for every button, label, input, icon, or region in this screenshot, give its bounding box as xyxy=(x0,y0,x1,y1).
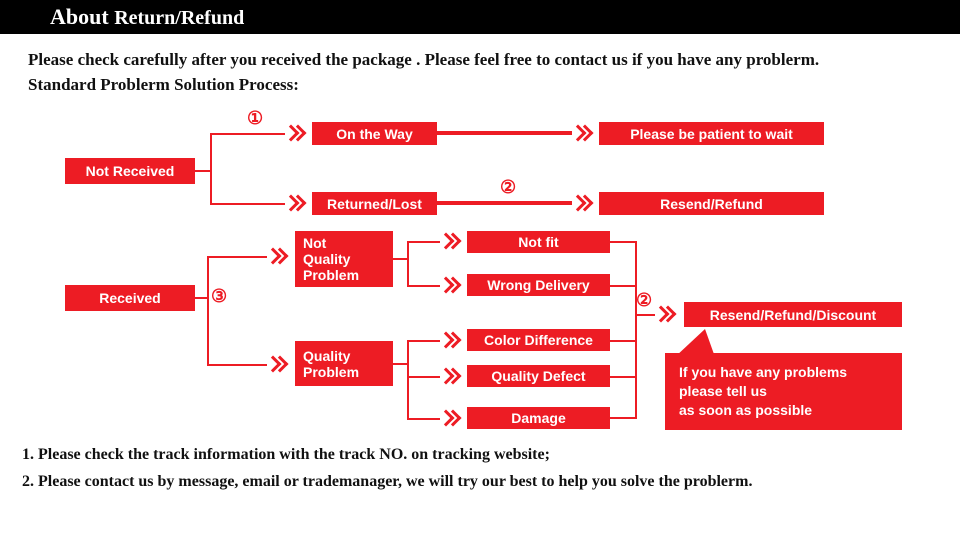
connector xyxy=(407,241,440,243)
connector xyxy=(195,170,210,172)
title-suffix: Return/Refund xyxy=(114,7,244,29)
intro-block: Please check carefully after you receive… xyxy=(0,34,960,101)
node-received: Received xyxy=(65,285,195,311)
connector xyxy=(207,256,209,366)
intro-line-1: Please check carefully after you receive… xyxy=(28,48,932,73)
title-prefix: About xyxy=(50,4,109,29)
node-resend-refund-discount: Resend/Refund/Discount xyxy=(684,302,902,327)
connector xyxy=(210,133,212,205)
flow-canvas: Not Received ① On the Way Returned/Lost … xyxy=(0,101,960,431)
node-quality: Quality Problem xyxy=(295,341,393,386)
page-title: About Return/Refund xyxy=(50,4,244,30)
node-damage: Damage xyxy=(467,407,610,429)
node-quality-defect: Quality Defect xyxy=(467,365,610,387)
connector xyxy=(635,241,637,419)
arrow-icon xyxy=(440,231,460,251)
intro-line-2: Standard Problerm Solution Process: xyxy=(28,73,932,98)
arrow-icon xyxy=(267,354,287,374)
step-1: ① xyxy=(247,108,263,129)
connector xyxy=(393,363,407,365)
node-not-fit: Not fit xyxy=(467,231,610,253)
step-2b: ② xyxy=(636,290,652,311)
step-3: ③ xyxy=(211,286,227,307)
footer-line-1: 1. Please check the track information wi… xyxy=(22,441,932,468)
connector xyxy=(610,340,635,342)
connector xyxy=(207,256,267,258)
connector xyxy=(407,241,409,287)
connector xyxy=(210,133,285,135)
arrow-icon xyxy=(572,123,592,143)
arrow-icon xyxy=(440,330,460,350)
footer-block: 1. Please check the track information wi… xyxy=(0,431,960,495)
callout-box: If you have any problems please tell us … xyxy=(665,353,902,430)
connector xyxy=(195,297,207,299)
connector xyxy=(407,340,440,342)
connector xyxy=(437,201,572,205)
connector xyxy=(207,364,267,366)
node-returned-lost: Returned/Lost xyxy=(312,192,437,215)
connector xyxy=(610,417,635,419)
arrow-icon xyxy=(440,408,460,428)
arrow-icon xyxy=(267,246,287,266)
arrow-icon xyxy=(572,193,592,213)
connector xyxy=(393,258,407,260)
connector xyxy=(635,314,655,316)
node-resend-refund: Resend/Refund xyxy=(599,192,824,215)
connector xyxy=(407,418,440,420)
callout-l1: If you have any problems xyxy=(679,363,888,382)
arrow-icon xyxy=(440,366,460,386)
connector xyxy=(437,131,572,135)
header-bar: About Return/Refund xyxy=(0,0,960,34)
connector xyxy=(610,285,635,287)
arrow-icon xyxy=(285,193,305,213)
node-not-received: Not Received xyxy=(65,158,195,184)
connector xyxy=(610,241,635,243)
callout-l2: please tell us xyxy=(679,382,888,401)
arrow-icon xyxy=(440,275,460,295)
connector xyxy=(210,203,285,205)
connector xyxy=(610,376,635,378)
connector xyxy=(407,340,409,420)
arrow-icon xyxy=(285,123,305,143)
node-wrong-delivery: Wrong Delivery xyxy=(467,274,610,296)
node-on-the-way: On the Way xyxy=(312,122,437,145)
connector xyxy=(407,285,440,287)
node-not-quality: Not Quality Problem xyxy=(295,231,393,287)
callout-l3: as soon as possible xyxy=(679,401,888,420)
connector xyxy=(407,376,440,378)
arrow-icon xyxy=(655,304,675,324)
node-please-wait: Please be patient to wait xyxy=(599,122,824,145)
node-color-diff: Color Difference xyxy=(467,329,610,351)
footer-line-2: 2. Please contact us by message, email o… xyxy=(22,468,932,495)
step-2a: ② xyxy=(500,177,516,198)
